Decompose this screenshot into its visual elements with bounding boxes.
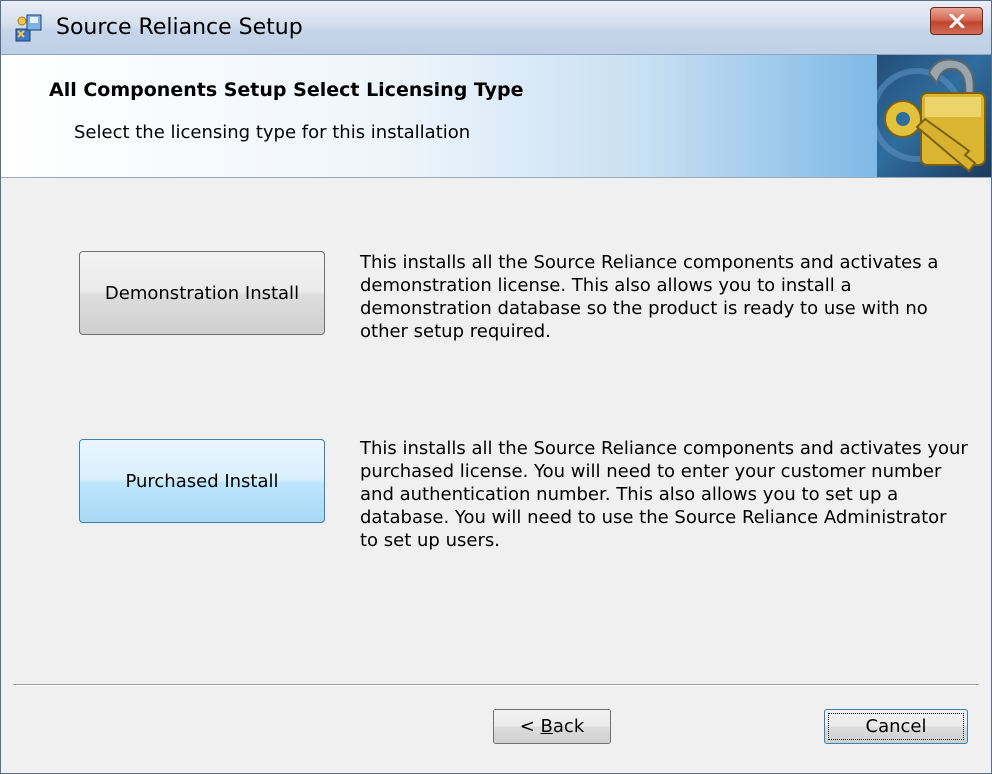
page-title: All Components Setup Select Licensing Ty… (49, 79, 524, 101)
back-label-prefix: < (519, 716, 541, 737)
page-subtitle: Select the licensing type for this insta… (74, 122, 471, 143)
header-banner (1, 55, 991, 178)
back-button[interactable]: < Back (493, 709, 611, 744)
cancel-button[interactable]: Cancel (824, 709, 968, 744)
demonstration-install-label: Demonstration Install (104, 282, 300, 304)
purchased-install-button[interactable]: Purchased Install (79, 439, 325, 523)
back-accelerator: B (540, 716, 553, 737)
close-button[interactable] (930, 7, 983, 35)
back-label-rest: ack (552, 716, 585, 737)
purchased-install-label: Purchased Install (125, 470, 279, 492)
window-title: Source Reliance Setup (56, 15, 303, 40)
close-icon (949, 14, 965, 28)
focus-rectangle (828, 713, 964, 740)
setup-window: Source Reliance Setup All Components Set… (0, 0, 992, 774)
footer-separator (13, 684, 979, 686)
demonstration-install-button[interactable]: Demonstration Install (79, 251, 325, 335)
title-bar[interactable]: Source Reliance Setup (1, 1, 991, 55)
installer-icon (14, 13, 44, 43)
purchased-install-description: This installs all the Source Reliance co… (360, 438, 968, 551)
padlock-key-icon (877, 55, 991, 177)
demonstration-install-description: This installs all the Source Reliance co… (360, 252, 939, 342)
